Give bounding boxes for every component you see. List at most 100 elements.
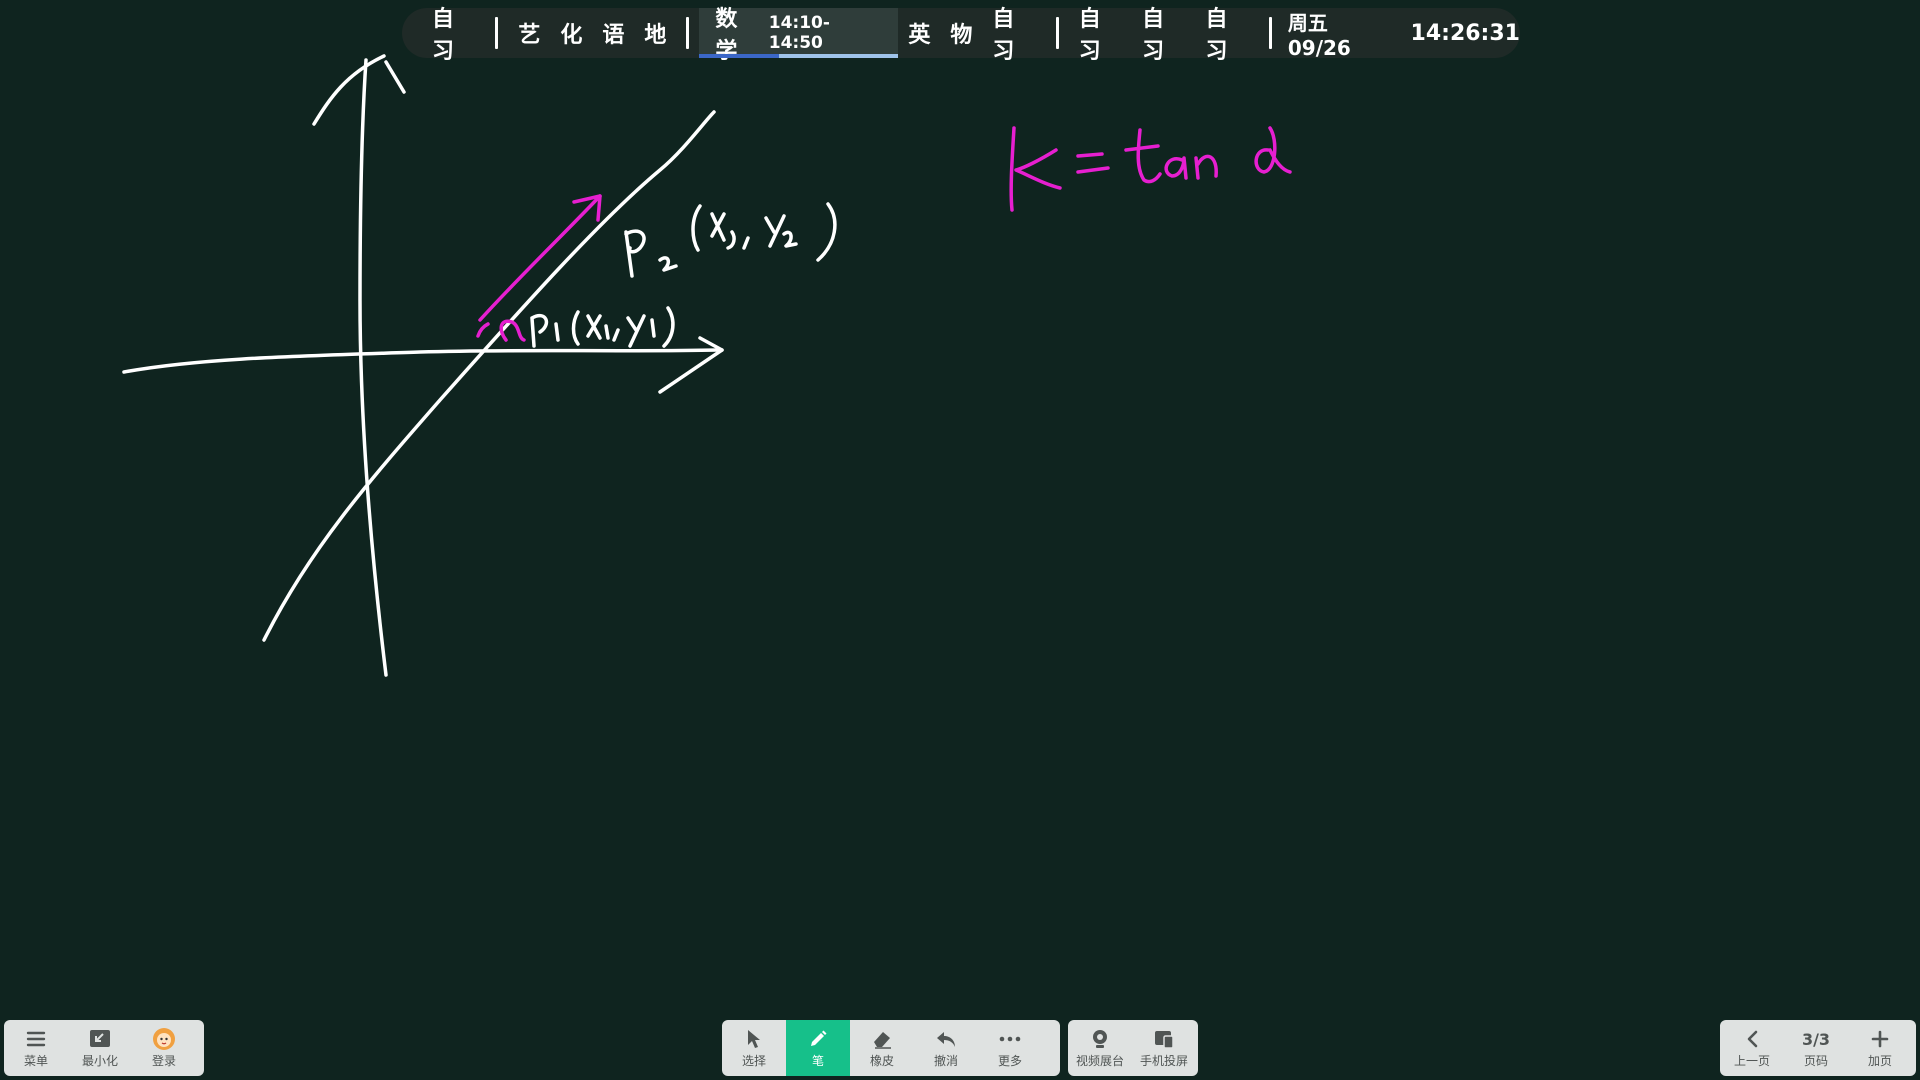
avatar-icon: [152, 1028, 176, 1050]
x-axis-arrow-lower: [658, 348, 724, 394]
date-time-display: 周五 09/26 14:26:31: [1282, 7, 1520, 60]
eraser-label: 橡皮: [869, 1054, 894, 1068]
page-number-label: 页码: [1803, 1054, 1828, 1068]
pen-label: 笔: [811, 1054, 824, 1068]
y-axis-arrow-right: [384, 60, 406, 94]
prev-page-button[interactable]: 上一页: [1720, 1020, 1784, 1076]
period-self-study: 自习: [1205, 7, 1228, 64]
p2-y: [764, 214, 786, 248]
period-divider: [686, 17, 690, 49]
minimize-icon: [89, 1028, 111, 1050]
pen-tool-button[interactable]: 笔: [786, 1020, 850, 1076]
period-chinese: 语: [602, 23, 625, 48]
undo-button[interactable]: 撤消: [914, 1020, 978, 1076]
p1-paren-close: [662, 306, 675, 348]
p2-x: [710, 212, 726, 242]
pen-icon: [808, 1028, 828, 1050]
formula-alpha: [1254, 126, 1292, 174]
whiteboard-canvas[interactable]: [0, 0, 1920, 1080]
formula-equals: [1076, 152, 1110, 174]
minimize-label: 最小化: [81, 1054, 118, 1068]
period-self-study: 自习: [992, 7, 1015, 64]
eraser-tool-button[interactable]: 橡皮: [850, 1020, 914, 1076]
period-art: 艺: [518, 23, 541, 48]
camera-icon: [1090, 1028, 1110, 1050]
phone-cast-label: 手机投屏: [1139, 1054, 1188, 1068]
current-period-time: 14:10-14:50: [768, 13, 830, 53]
class-schedule-bar: 自习 艺 化 语 地 数学 14:10-14:50 英 物 自习 自习 自习 自…: [402, 7, 1520, 64]
p2-comma: [742, 236, 750, 250]
screen-cast-icon: [1153, 1028, 1175, 1050]
formula-k-stem: [1009, 126, 1016, 212]
visualizer-label: 视频展台: [1075, 1054, 1124, 1068]
formula-k-arms: [1014, 148, 1062, 190]
eraser-icon: [871, 1028, 893, 1050]
y-axis-stroke: [358, 58, 388, 677]
more-icon: [999, 1028, 1021, 1050]
p1-y-sub: [650, 318, 656, 338]
period-divider: [495, 17, 499, 49]
p2-paren-open: [691, 204, 702, 252]
oblique-line: [262, 110, 716, 642]
drawing-toolbar: 选择 笔 橡皮 撤消 更多: [722, 1020, 1060, 1076]
ink-layer: [122, 54, 837, 677]
menu-button[interactable]: 菜单: [4, 1020, 68, 1076]
menu-label: 菜单: [23, 1054, 48, 1068]
add-page-button[interactable]: 加页: [1848, 1020, 1912, 1076]
period-geography: 地: [644, 23, 667, 48]
period-self-study: 自习: [1078, 7, 1101, 64]
date-label: 周五 09/26: [1287, 10, 1351, 60]
select-tool-button[interactable]: 选择: [722, 1020, 786, 1076]
y-axis-arrow-left: [312, 54, 386, 126]
p1-subscript: [554, 322, 560, 342]
formula-t: [1124, 128, 1162, 184]
formula-a: [1164, 156, 1188, 180]
period-chemistry: 化: [560, 23, 583, 48]
vector-arrow-shaft: [478, 194, 602, 322]
period-physics: 物: [950, 23, 973, 48]
p2-subscript: [658, 256, 678, 272]
angle-arc: [476, 322, 490, 338]
p1-x-sub: [604, 324, 610, 340]
period-english: 英: [908, 23, 931, 48]
undo-label: 撤消: [933, 1054, 958, 1068]
x-axis-arrow-upper: [698, 336, 724, 352]
login-button[interactable]: 登录: [132, 1020, 196, 1076]
phone-cast-button[interactable]: 手机投屏: [1132, 1020, 1196, 1076]
visualizer-button[interactable]: 视频展台: [1068, 1020, 1132, 1076]
minimize-button[interactable]: 最小化: [68, 1020, 132, 1076]
current-period: 数学 14:10-14:50: [699, 7, 899, 64]
p2-letter: [624, 229, 646, 278]
more-button[interactable]: 更多: [978, 1020, 1042, 1076]
undo-icon: [935, 1028, 957, 1050]
p1-paren-open: [571, 310, 580, 346]
x-axis-stroke: [122, 348, 720, 374]
period-divider: [1268, 17, 1272, 49]
magenta-ink-layer: [476, 126, 1292, 342]
formula-n: [1194, 154, 1218, 180]
select-label: 选择: [741, 1054, 766, 1068]
left-toolbar: 菜单 最小化 登录: [4, 1020, 204, 1076]
plus-icon: [1871, 1028, 1889, 1050]
page-toolbar: 上一页 3/3 页码 加页: [1720, 1020, 1916, 1076]
alpha-mark: [499, 319, 526, 342]
p1-y: [626, 314, 646, 348]
more-label: 更多: [997, 1054, 1022, 1068]
clock-label: 14:26:31: [1410, 20, 1520, 46]
page-number: 3/3: [1801, 1029, 1831, 1049]
page-number-button[interactable]: 3/3 页码: [1784, 1020, 1848, 1076]
media-toolbar: 视频展台 手机投屏: [1068, 1020, 1198, 1076]
period-progress-fill: [699, 54, 779, 58]
p1-x: [586, 314, 602, 340]
p2-x-sub: [726, 230, 736, 250]
p2-y-sub: [782, 230, 798, 248]
add-page-label: 加页: [1867, 1054, 1892, 1068]
period-self-study: 自习: [432, 7, 455, 64]
p1-comma: [612, 328, 620, 342]
menu-icon: [26, 1028, 46, 1050]
period-self-study: 自习: [1142, 7, 1165, 64]
p2-paren-close: [816, 202, 837, 262]
period-divider: [1055, 17, 1059, 49]
login-label: 登录: [151, 1054, 176, 1068]
cursor-icon: [745, 1028, 763, 1050]
